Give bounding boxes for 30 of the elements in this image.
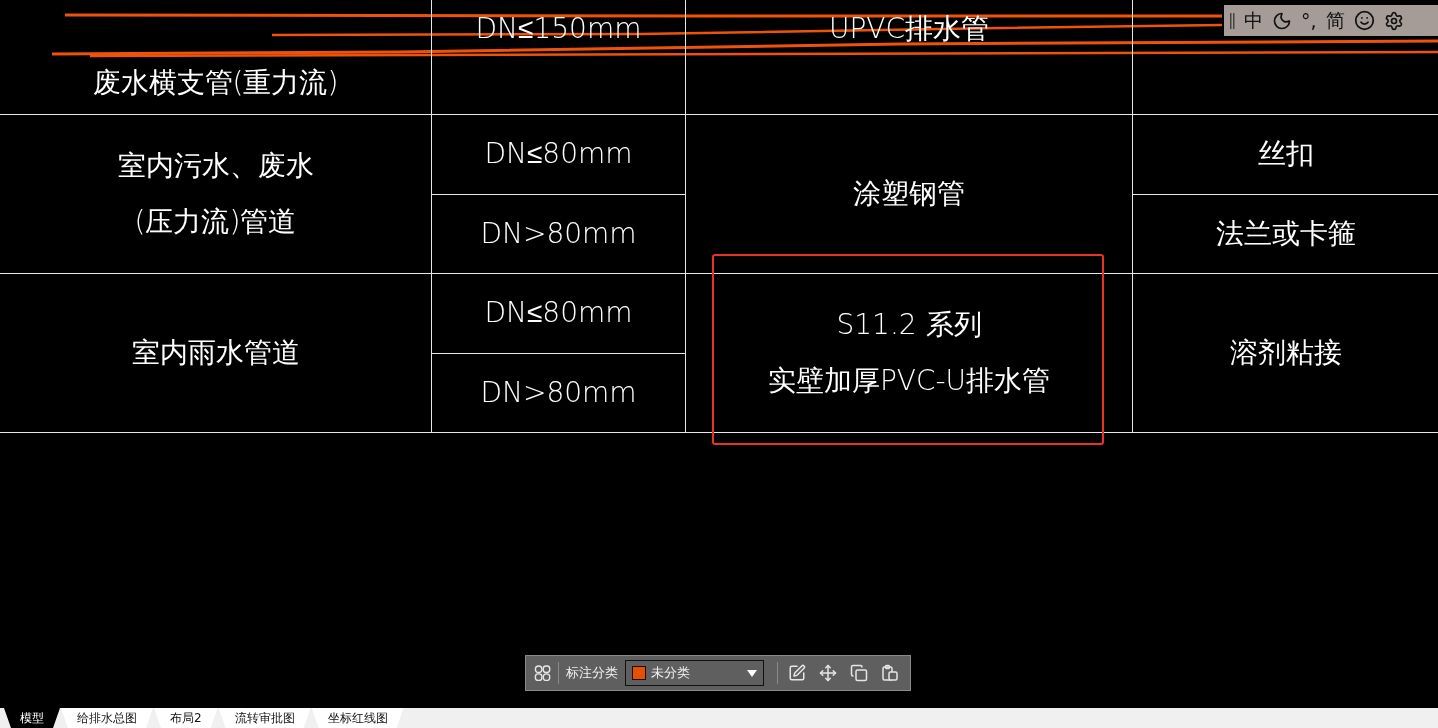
- ime-option[interactable]: 中: [1244, 7, 1263, 34]
- layout-tab[interactable]: 给排水总图: [61, 708, 153, 728]
- cell-text: 废水横支管(重力流): [92, 66, 339, 100]
- smiley-icon[interactable]: [1353, 10, 1375, 31]
- layout-tab[interactable]: 模型: [4, 708, 60, 728]
- cell-text: S11.2 系列: [836, 308, 982, 342]
- layout-tab[interactable]: 布局2: [154, 708, 218, 728]
- cell-text: 涂塑钢管: [853, 177, 965, 211]
- cell-text: DN≤80mm: [484, 296, 633, 331]
- drag-handle-icon[interactable]: [1230, 12, 1235, 29]
- layout-tab[interactable]: 流转审批图: [218, 708, 311, 728]
- caret-icon: [746, 669, 757, 677]
- shapes-icon[interactable]: [534, 664, 551, 682]
- cell-text: (压力流)管道: [134, 205, 297, 239]
- layout-tab[interactable]: 坐标红线图: [311, 708, 404, 728]
- cell-text: DN≤80mm: [484, 137, 633, 172]
- cell-text: 室内雨水管道: [131, 336, 300, 370]
- cell-text: 室内污水、废水: [117, 149, 314, 183]
- settings-icon[interactable]: [1383, 10, 1404, 31]
- ime-option[interactable]: °,: [1301, 9, 1317, 32]
- cell-text: 溶剂粘接: [1229, 336, 1342, 370]
- cell-text: DN>80mm: [480, 375, 637, 410]
- cell-text: 实壁加厚PVC-U排水管: [767, 364, 1051, 398]
- toolbar-label: 标注分类: [565, 664, 618, 682]
- cell-text: DN>80mm: [480, 216, 637, 251]
- moon-icon[interactable]: [1272, 10, 1292, 31]
- category-dropdown[interactable]: 未分类: [624, 660, 764, 686]
- cell-text: 丝扣: [1257, 137, 1314, 172]
- cell-text: 法兰或卡箍: [1215, 216, 1356, 251]
- ime-option[interactable]: 简: [1325, 7, 1345, 34]
